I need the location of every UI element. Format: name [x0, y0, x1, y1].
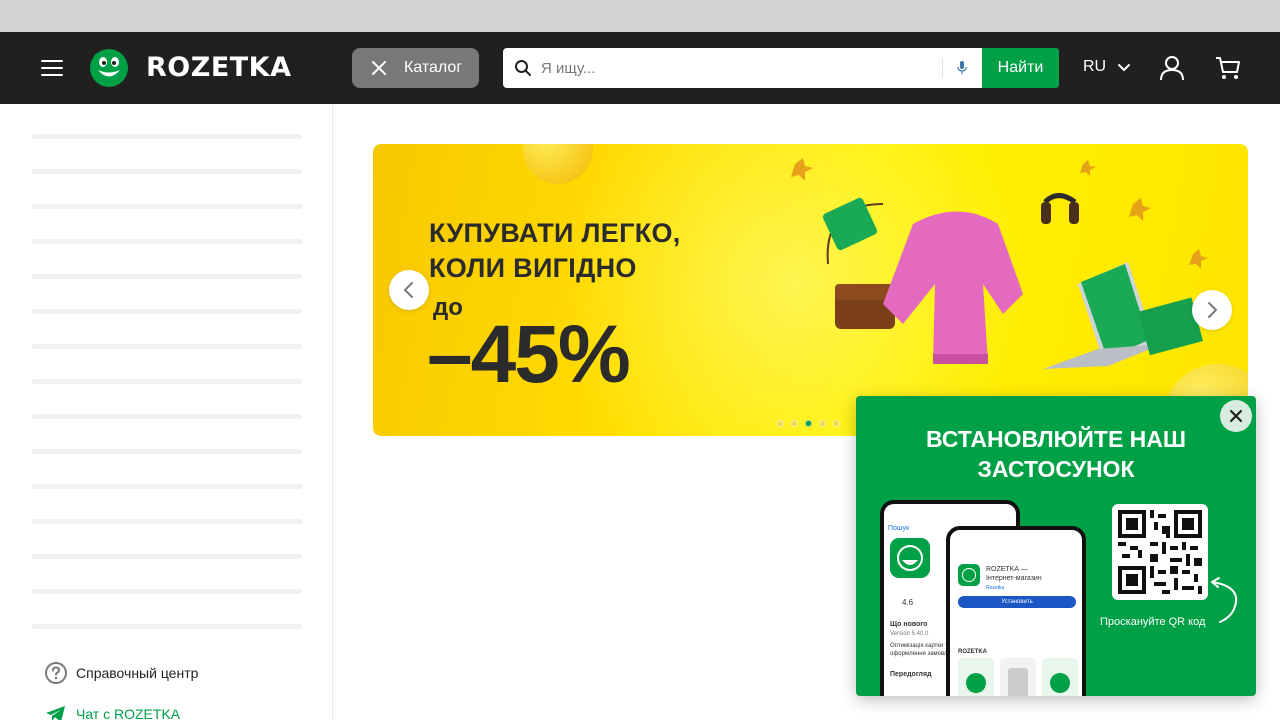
- banner-next-button[interactable]: [1192, 290, 1232, 330]
- banner-dot[interactable]: [819, 420, 826, 427]
- cart-icon[interactable]: [1214, 54, 1242, 82]
- qr-code-image: [1118, 510, 1202, 594]
- app-install-popup: ВСТАНОВЛЮЙТЕ НАШ ЗАСТОСУНОК Пошук 4.6 Що…: [856, 396, 1256, 696]
- search-bar: Найти: [503, 48, 1059, 88]
- app-rating: 4.6: [902, 598, 914, 607]
- whats-new-heading: Що нового: [890, 621, 928, 628]
- curved-arrow-icon: [1211, 577, 1238, 623]
- sidebar-item-chat[interactable]: Чат с ROZETKA: [44, 702, 180, 720]
- skeleton-line: [32, 309, 302, 314]
- qr-code: [1112, 504, 1208, 600]
- language-selector[interactable]: RU: [1083, 57, 1106, 77]
- sidebar-item-label: Чат с ROZETKA: [76, 706, 181, 720]
- app-developer: Rozetka: [986, 585, 1005, 591]
- skeleton-line: [32, 589, 302, 594]
- skeleton-line: [32, 169, 302, 174]
- banner-dot-active[interactable]: [805, 420, 812, 427]
- app-screenshot-brand: ROZETKA: [958, 649, 987, 655]
- skeleton-line: [32, 554, 302, 559]
- search-icon: [515, 60, 531, 76]
- sidebar: Справочный центр Чат с ROZETKA: [0, 104, 333, 720]
- logo-text[interactable]: ROZETKA: [146, 52, 292, 84]
- banner-prev-button[interactable]: [389, 270, 429, 310]
- chevron-right-icon: [1208, 302, 1218, 318]
- banner-dot[interactable]: [833, 420, 840, 427]
- skeleton-line: [32, 449, 302, 454]
- phone-mockup-front: ROZETKA — Інтернет-магазин Rozetka Устан…: [946, 526, 1086, 696]
- user-icon[interactable]: [1158, 54, 1186, 82]
- menu-burger-button[interactable]: [38, 54, 66, 82]
- app-name: ROZETKA —: [986, 566, 1028, 573]
- app-logo-icon: [958, 564, 980, 586]
- app-desc-line: оформлення замовле: [890, 651, 951, 657]
- chevron-left-icon: [403, 282, 413, 298]
- skeleton-line: [32, 379, 302, 384]
- preview-heading: Передогляд: [890, 671, 932, 678]
- banner-products-illustration: [791, 158, 1208, 369]
- rozetka-logo-icon[interactable]: [88, 47, 130, 89]
- banner-dot[interactable]: [791, 420, 798, 427]
- skeleton-line: [32, 414, 302, 419]
- skeleton-line: [32, 624, 302, 629]
- qr-caption: Проскануйте QR код: [1100, 616, 1206, 628]
- app-screenshots-preview: [958, 658, 1078, 696]
- search-divider: [942, 58, 943, 78]
- sidebar-item-help-center[interactable]: Справочный центр: [44, 661, 198, 685]
- skeleton-line: [32, 134, 302, 139]
- banner-dot[interactable]: [777, 420, 784, 427]
- skeleton-line: [32, 274, 302, 279]
- help-circle-icon: [45, 662, 67, 684]
- promo-banner[interactable]: КУПУВАТИ ЛЕГКО, КОЛИ ВИГІДНО до –45%: [373, 144, 1248, 436]
- install-button: Установить: [958, 596, 1076, 608]
- banner-discount: –45%: [427, 309, 631, 400]
- close-icon: [372, 61, 386, 75]
- skeleton-line: [32, 344, 302, 349]
- banner-headline-2: КОЛИ ВИГІДНО: [429, 253, 637, 283]
- sidebar-item-label: Справочный центр: [76, 665, 199, 681]
- microphone-icon[interactable]: [955, 59, 969, 77]
- skeleton-line: [32, 204, 302, 209]
- skeleton-line: [32, 239, 302, 244]
- skeleton-line: [32, 519, 302, 524]
- skeleton-line: [32, 484, 302, 489]
- telegram-plane-icon: [46, 706, 65, 720]
- catalog-label: Каталог: [404, 59, 463, 76]
- browser-top-strip: [0, 0, 1280, 32]
- app-logo-icon: [890, 538, 930, 578]
- banner-headline-1: КУПУВАТИ ЛЕГКО,: [429, 218, 681, 248]
- banner-pagination: [777, 420, 840, 427]
- search-button[interactable]: Найти: [982, 48, 1059, 88]
- chevron-down-icon[interactable]: [1117, 61, 1131, 75]
- phone-back-link: Пошук: [888, 525, 910, 532]
- close-icon: [1229, 409, 1243, 423]
- search-input[interactable]: [541, 52, 936, 84]
- site-header: ROZETKA Каталог Найти RU: [0, 32, 1280, 104]
- app-version: Version 5.40.0: [890, 631, 929, 637]
- app-name-line-2: Інтернет-магазин: [986, 575, 1042, 582]
- catalog-button[interactable]: Каталог: [352, 48, 479, 88]
- popup-title: ВСТАНОВЛЮЙТЕ НАШ ЗАСТОСУНОК: [925, 426, 1187, 482]
